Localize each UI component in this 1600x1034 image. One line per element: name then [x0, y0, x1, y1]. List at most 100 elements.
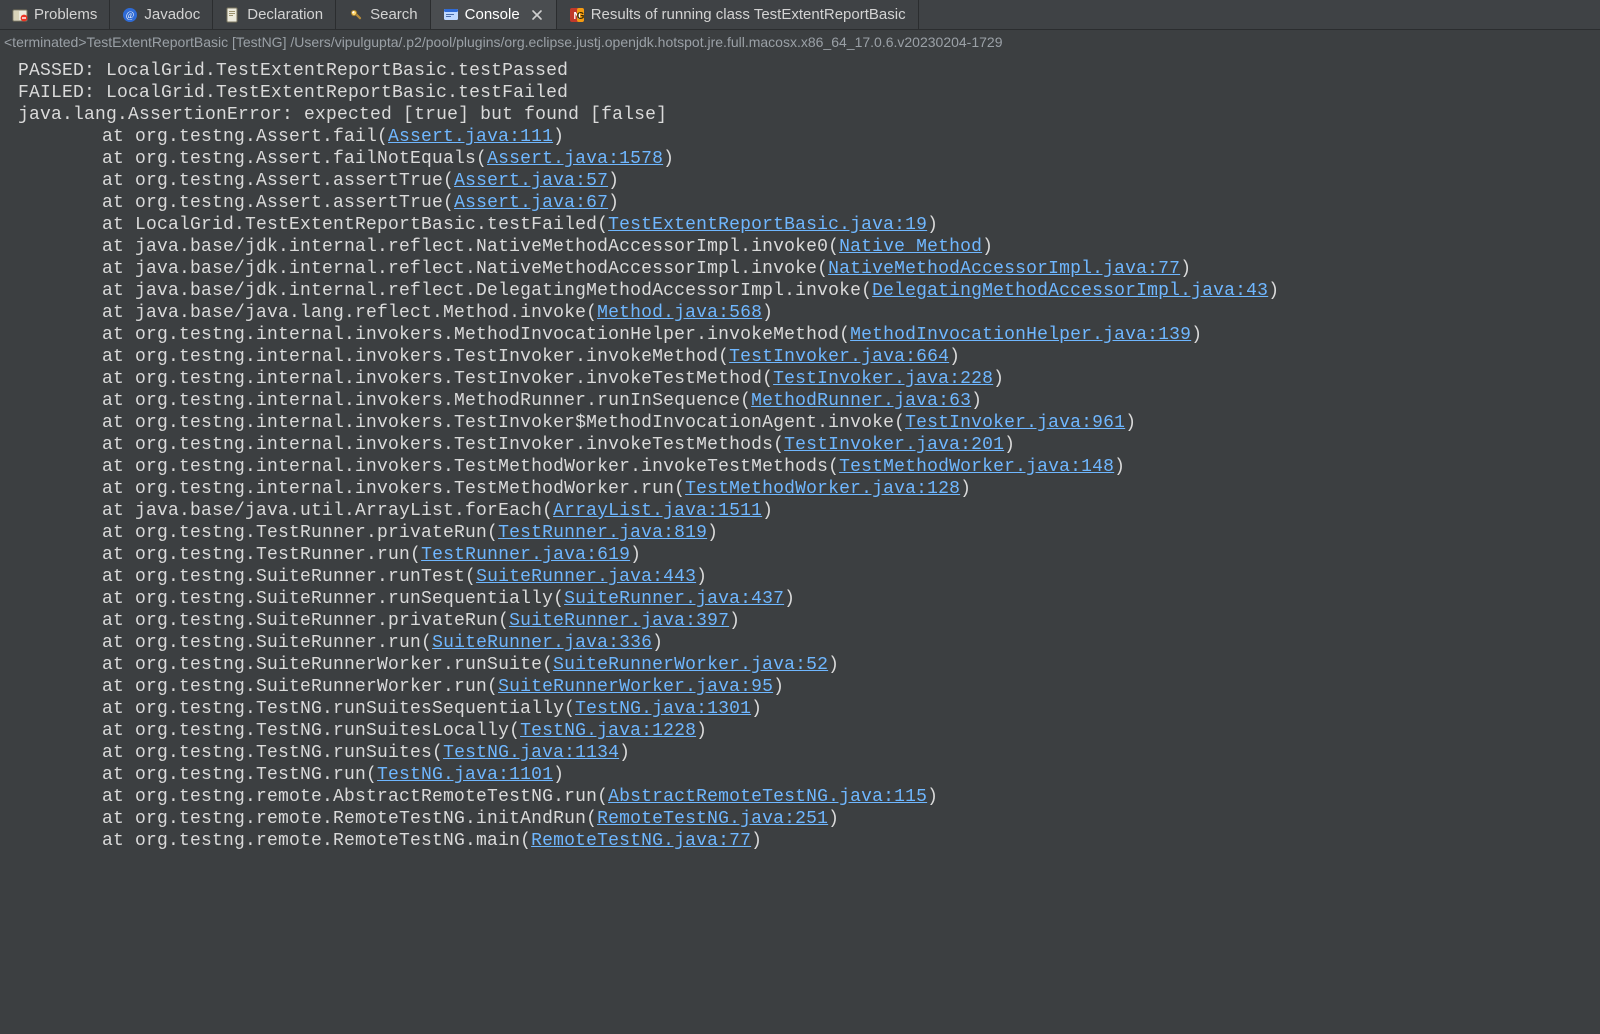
stack-pre: at org.testng.TestNG.runSuitesLocally( — [102, 721, 520, 741]
console-icon — [443, 7, 459, 23]
stack-frame: at org.testng.internal.invokers.TestMeth… — [18, 478, 1590, 500]
stack-frame: at org.testng.SuiteRunnerWorker.runSuite… — [18, 654, 1590, 676]
source-link[interactable]: Assert.java:1578 — [487, 149, 663, 169]
source-link[interactable]: TestInvoker.java:201 — [784, 435, 1004, 455]
stack-frame: at java.base/jdk.internal.reflect.Native… — [18, 258, 1590, 280]
source-link[interactable]: TestRunner.java:619 — [421, 545, 630, 565]
source-link[interactable]: DelegatingMethodAccessorImpl.java:43 — [872, 281, 1268, 301]
stack-pre: at java.base/jdk.internal.reflect.Delega… — [102, 281, 872, 301]
stack-post: ) — [696, 721, 707, 741]
stack-post: ) — [1125, 413, 1136, 433]
source-link[interactable]: TestExtentReportBasic.java:19 — [608, 215, 927, 235]
tab-console[interactable]: Console — [431, 0, 557, 29]
stack-post: ) — [1180, 259, 1191, 279]
stack-frame: at org.testng.Assert.fail(Assert.java:11… — [18, 126, 1590, 148]
stack-pre: at org.testng.SuiteRunner.runTest( — [102, 567, 476, 587]
source-link[interactable]: Native Method — [839, 237, 982, 257]
console-line: FAILED: LocalGrid.TestExtentReportBasic.… — [18, 82, 1590, 104]
stack-post: ) — [927, 215, 938, 235]
stack-pre: at org.testng.TestRunner.privateRun( — [102, 523, 498, 543]
stack-pre: at org.testng.internal.invokers.TestInvo… — [102, 347, 729, 367]
source-link[interactable]: MethodInvocationHelper.java:139 — [850, 325, 1191, 345]
source-link[interactable]: Assert.java:67 — [454, 193, 608, 213]
tab-javadoc[interactable]: @Javadoc — [110, 0, 213, 29]
stack-post: ) — [608, 193, 619, 213]
stack-frame: at org.testng.remote.RemoteTestNG.main(R… — [18, 830, 1590, 852]
stack-post: ) — [1114, 457, 1125, 477]
stack-post: ) — [652, 633, 663, 653]
tab-search[interactable]: Search — [336, 0, 431, 29]
stack-frame: at org.testng.internal.invokers.TestInvo… — [18, 412, 1590, 434]
source-link[interactable]: TestNG.java:1101 — [377, 765, 553, 785]
source-link[interactable]: TestMethodWorker.java:148 — [839, 457, 1114, 477]
launch-status-line: <terminated> TestExtentReportBasic [Test… — [0, 30, 1600, 54]
stack-pre: at org.testng.TestRunner.run( — [102, 545, 421, 565]
source-link[interactable]: SuiteRunner.java:336 — [432, 633, 652, 653]
stack-pre: at org.testng.remote.RemoteTestNG.main( — [102, 831, 531, 851]
launch-path: TestExtentReportBasic [TestNG] /Users/vi… — [87, 34, 1003, 50]
stack-pre: at org.testng.internal.invokers.TestInvo… — [102, 435, 784, 455]
tab-problems[interactable]: Problems — [0, 0, 110, 29]
stack-post: ) — [553, 765, 564, 785]
stack-pre: at org.testng.TestNG.runSuites( — [102, 743, 443, 763]
source-link[interactable]: MethodRunner.java:63 — [751, 391, 971, 411]
stack-pre: at java.base/jdk.internal.reflect.Native… — [102, 259, 828, 279]
source-link[interactable]: AbstractRemoteTestNG.java:115 — [608, 787, 927, 807]
source-link[interactable]: SuiteRunnerWorker.java:95 — [498, 677, 773, 697]
source-link[interactable]: TestMethodWorker.java:128 — [685, 479, 960, 499]
stack-frame: at org.testng.internal.invokers.MethodIn… — [18, 324, 1590, 346]
close-icon[interactable] — [530, 8, 544, 22]
source-link[interactable]: NativeMethodAccessorImpl.java:77 — [828, 259, 1180, 279]
stack-post: ) — [971, 391, 982, 411]
stack-frame: at org.testng.TestRunner.privateRun(Test… — [18, 522, 1590, 544]
source-link[interactable]: ArrayList.java:1511 — [553, 501, 762, 521]
stack-post: ) — [1004, 435, 1015, 455]
stack-pre: at org.testng.Assert.assertTrue( — [102, 193, 454, 213]
source-link[interactable]: TestNG.java:1228 — [520, 721, 696, 741]
tab-results[interactable]: NGResults of running class TestExtentRep… — [557, 0, 919, 29]
source-link[interactable]: TestInvoker.java:228 — [773, 369, 993, 389]
source-link[interactable]: Assert.java:57 — [454, 171, 608, 191]
source-link[interactable]: Method.java:568 — [597, 303, 762, 323]
source-link[interactable]: RemoteTestNG.java:251 — [597, 809, 828, 829]
stack-post: ) — [784, 589, 795, 609]
stack-post: ) — [696, 567, 707, 587]
stack-pre: at org.testng.remote.AbstractRemoteTestN… — [102, 787, 608, 807]
stack-frame: at java.base/java.lang.reflect.Method.in… — [18, 302, 1590, 324]
stack-frame: at org.testng.internal.invokers.TestInvo… — [18, 434, 1590, 456]
stack-post: ) — [663, 149, 674, 169]
stack-frame: at org.testng.SuiteRunner.privateRun(Sui… — [18, 610, 1590, 632]
stack-post: ) — [751, 831, 762, 851]
stack-frame: at org.testng.remote.RemoteTestNG.initAn… — [18, 808, 1590, 830]
source-link[interactable]: TestRunner.java:819 — [498, 523, 707, 543]
stack-frame: at org.testng.SuiteRunner.run(SuiteRunne… — [18, 632, 1590, 654]
source-link[interactable]: TestNG.java:1134 — [443, 743, 619, 763]
tab-label: Search — [370, 6, 418, 23]
stack-post: ) — [707, 523, 718, 543]
source-link[interactable]: SuiteRunner.java:437 — [564, 589, 784, 609]
source-link[interactable]: TestNG.java:1301 — [575, 699, 751, 719]
stack-frame: at org.testng.SuiteRunnerWorker.run(Suit… — [18, 676, 1590, 698]
tab-label: Javadoc — [144, 6, 200, 23]
stack-frame: at LocalGrid.TestExtentReportBasic.testF… — [18, 214, 1590, 236]
source-link[interactable]: SuiteRunner.java:397 — [509, 611, 729, 631]
stack-post: ) — [619, 743, 630, 763]
stack-post: ) — [993, 369, 1004, 389]
source-link[interactable]: SuiteRunner.java:443 — [476, 567, 696, 587]
source-link[interactable]: TestInvoker.java:961 — [905, 413, 1125, 433]
stack-frame: at org.testng.Assert.failNotEquals(Asser… — [18, 148, 1590, 170]
stack-frame: at org.testng.internal.invokers.TestInvo… — [18, 368, 1590, 390]
stack-frame: at org.testng.TestNG.runSuites(TestNG.ja… — [18, 742, 1590, 764]
source-link[interactable]: RemoteTestNG.java:77 — [531, 831, 751, 851]
stack-frame: at org.testng.Assert.assertTrue(Assert.j… — [18, 192, 1590, 214]
stack-frame: at org.testng.TestNG.runSuitesLocally(Te… — [18, 720, 1590, 742]
source-link[interactable]: Assert.java:111 — [388, 127, 553, 147]
tab-label: Declaration — [247, 6, 323, 23]
source-link[interactable]: TestInvoker.java:664 — [729, 347, 949, 367]
tab-declaration[interactable]: Declaration — [213, 0, 336, 29]
stack-pre: at org.testng.Assert.fail( — [102, 127, 388, 147]
stack-pre: at org.testng.SuiteRunner.privateRun( — [102, 611, 509, 631]
source-link[interactable]: SuiteRunnerWorker.java:52 — [553, 655, 828, 675]
stack-pre: at org.testng.internal.invokers.TestMeth… — [102, 479, 685, 499]
stack-post: ) — [1191, 325, 1202, 345]
